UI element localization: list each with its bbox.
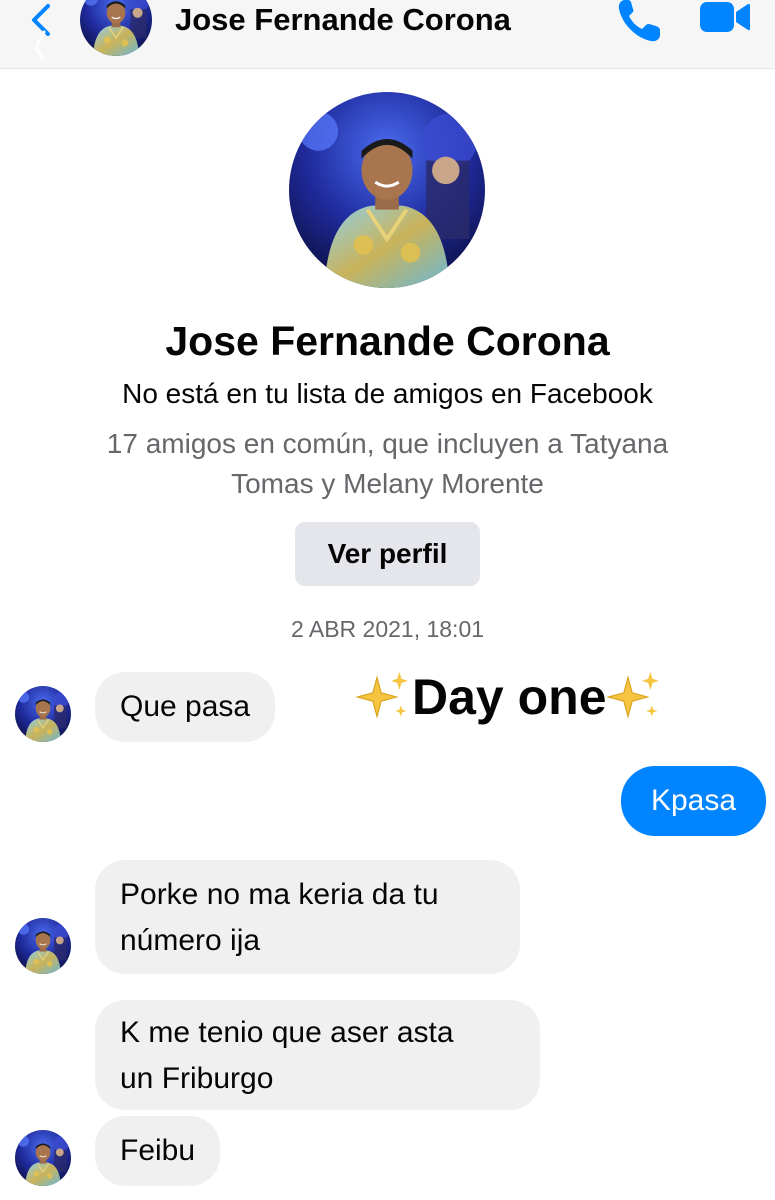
avatar-image [80,0,152,56]
video-call-button[interactable] [696,0,754,44]
overlay-caption: Day one [412,669,607,725]
mutual-friends-line: Tomas y Melany Morente [231,468,544,499]
incoming-message-bubble[interactable]: Que pasa [95,672,276,742]
video-camera-icon [700,2,750,32]
view-profile-button[interactable]: Ver perfil [295,522,480,586]
day-one-overlay: Day one [356,668,663,726]
avatar-image [15,1130,71,1186]
chevron-left-icon [32,4,50,64]
profile-picture[interactable] [289,92,485,288]
contact-name[interactable]: Jose Fernande Corona [175,2,511,38]
phone-icon [618,0,660,42]
message-text-line: un Friburgo [120,1062,274,1095]
outgoing-message-bubble[interactable]: Kpasa [621,766,766,836]
message-text: Que pasa [120,690,251,723]
message-text: Feibu [120,1134,196,1167]
conversation-timestamp: 2 ABR 2021, 18:01 [290,616,485,642]
avatar-image [289,92,485,288]
incoming-message-bubble[interactable]: K me tenio que aser asta un Friburgo [95,1000,540,1110]
mutual-friends-text: 17 amigos en común, que incluyen a Tatya… [60,424,715,504]
incoming-message-bubble[interactable]: Porke no ma keria da tu número ija [95,860,520,974]
voice-call-button[interactable] [612,0,666,48]
message-text: Kpasa [650,784,737,817]
chat-header: Jose Fernande Corona [0,0,775,69]
incoming-message-bubble[interactable]: Feibu [95,1116,221,1186]
contact-avatar[interactable] [80,0,152,56]
sparkles-icon [356,669,412,725]
back-button[interactable] [22,0,56,64]
avatar-image [15,918,71,974]
avatar-image [15,686,71,742]
sender-avatar[interactable] [15,686,71,742]
profile-name: Jose Fernande Corona [165,318,610,364]
message-text-line: Porke no ma keria da tu [120,878,439,911]
message-text-line: número ija [120,924,261,957]
message-text-line: K me tenio que aser asta [120,1016,454,1049]
mutual-friends-line: 17 amigos en común, que incluyen a Tatya… [106,428,669,459]
sender-avatar[interactable] [15,918,71,974]
friend-status-text: No está en tu lista de amigos en Faceboo… [122,378,653,409]
sender-avatar[interactable] [15,1130,71,1186]
sparkles-icon [607,669,663,725]
